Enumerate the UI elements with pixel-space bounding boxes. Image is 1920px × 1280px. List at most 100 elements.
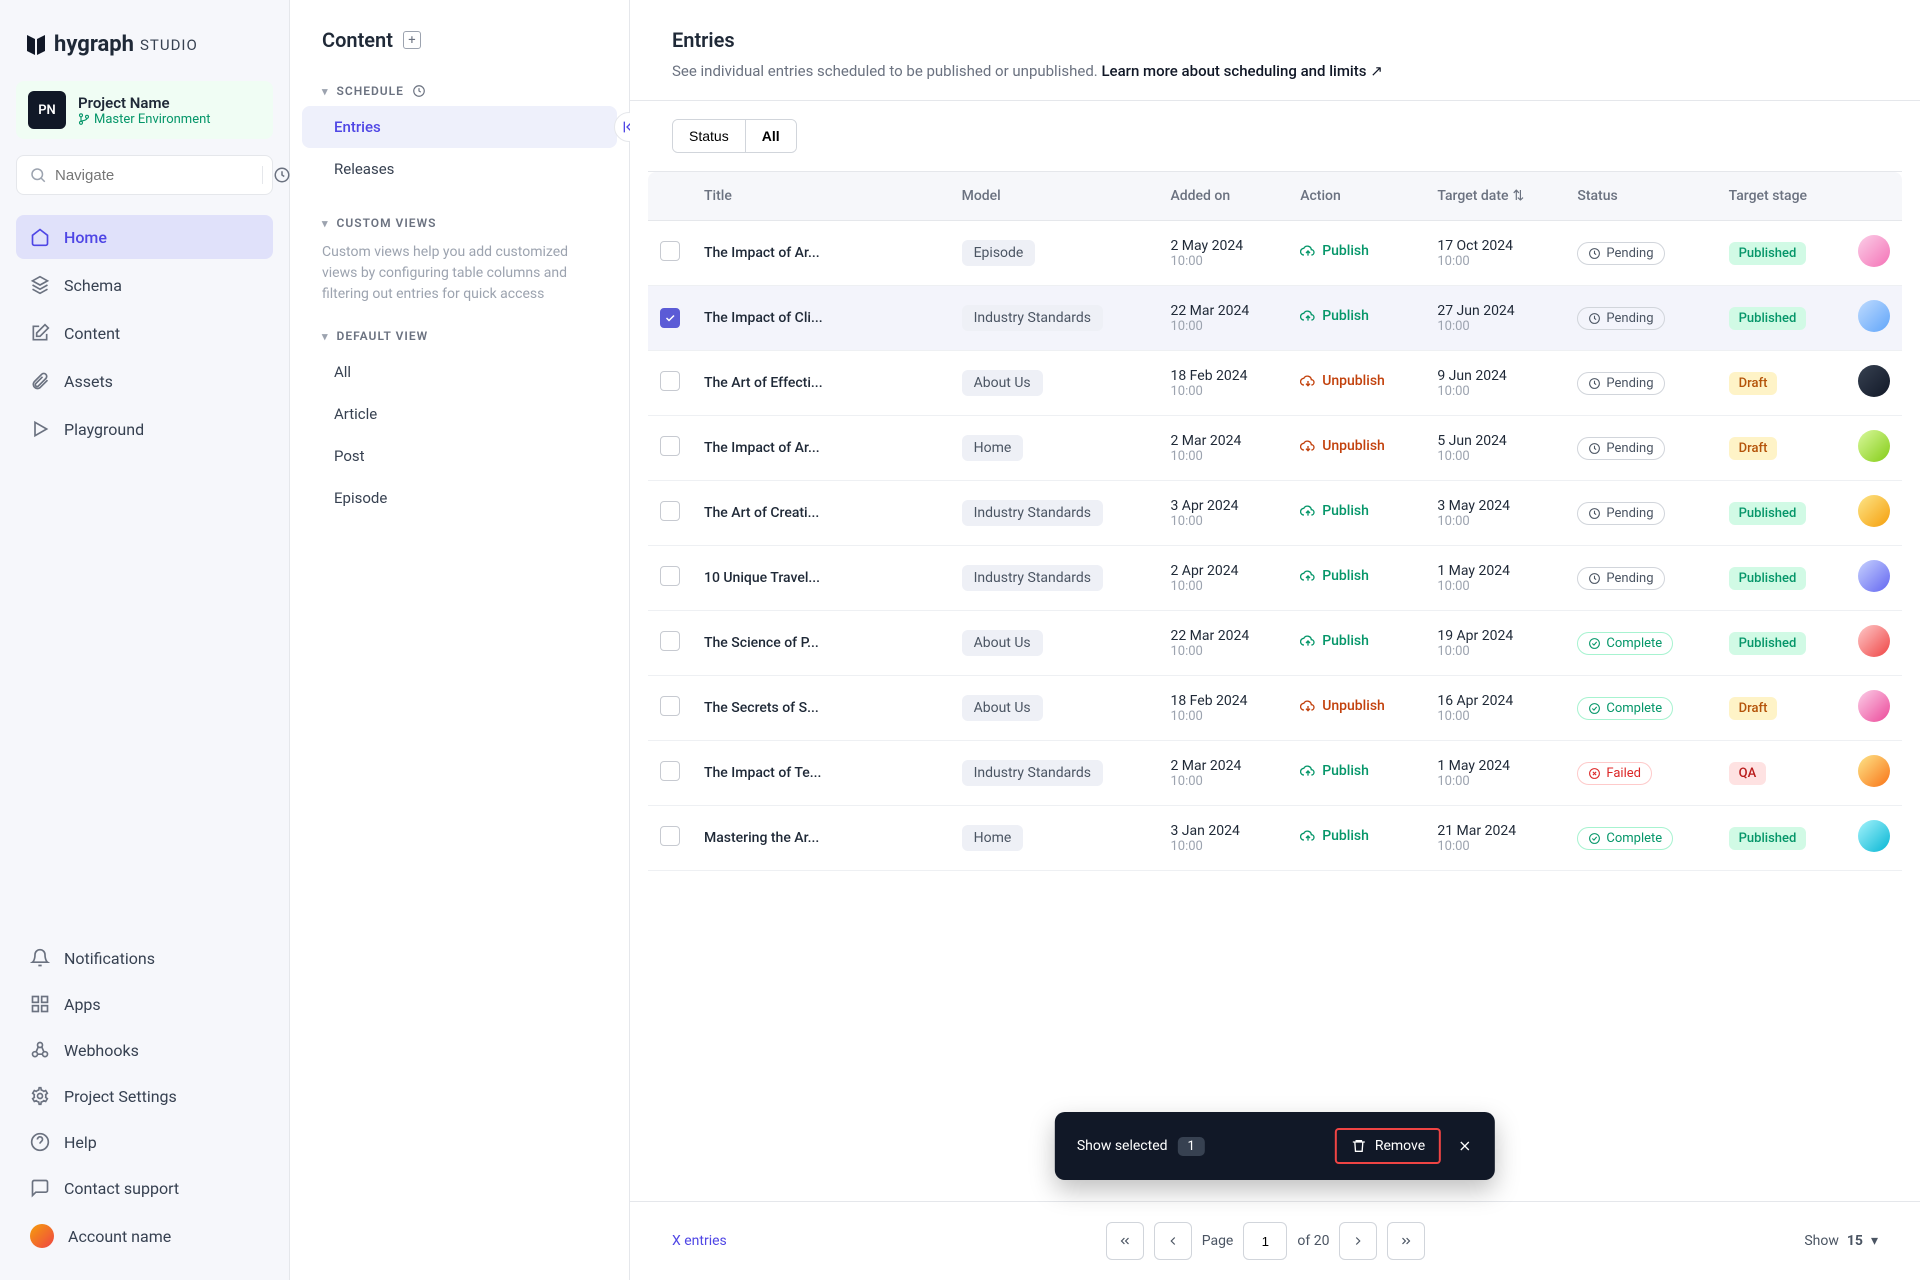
page-prev-button[interactable] — [1154, 1222, 1192, 1260]
filter-all-button[interactable]: All — [746, 120, 796, 152]
row-checkbox[interactable] — [660, 696, 680, 716]
action-link[interactable]: Publish — [1300, 308, 1369, 324]
cloud-icon — [1300, 828, 1316, 844]
table-row[interactable]: The Art of Creati...Industry Standards3 … — [648, 481, 1902, 546]
show-selected-label[interactable]: Show selected — [1077, 1138, 1168, 1154]
action-link[interactable]: Publish — [1300, 828, 1369, 844]
cloud-icon — [1300, 763, 1316, 779]
nav-content[interactable]: Content — [16, 311, 273, 355]
action-link[interactable]: Publish — [1300, 503, 1369, 519]
entry-title: The Secrets of S... — [704, 700, 884, 716]
nav-account[interactable]: Account name — [16, 1212, 273, 1260]
table-row[interactable]: The Science of P...About Us22 Mar 202410… — [648, 611, 1902, 676]
panel-item-view[interactable]: Episode — [302, 477, 617, 519]
added-date: 3 Apr 2024 — [1170, 498, 1276, 514]
action-link[interactable]: Publish — [1300, 243, 1369, 259]
filter-status-button[interactable]: Status — [673, 120, 745, 152]
author-avatar[interactable] — [1858, 820, 1890, 852]
nav-home[interactable]: Home — [16, 215, 273, 259]
author-avatar[interactable] — [1858, 430, 1890, 462]
author-avatar[interactable] — [1858, 755, 1890, 787]
col-added[interactable]: Added on — [1158, 172, 1288, 221]
learn-more-link[interactable]: Learn more about scheduling and limits ↗ — [1101, 62, 1382, 80]
action-link[interactable]: Unpublish — [1300, 373, 1385, 389]
nav-schema[interactable]: Schema — [16, 263, 273, 307]
action-link[interactable]: Unpublish — [1300, 698, 1385, 714]
row-checkbox[interactable] — [660, 761, 680, 781]
col-status[interactable]: Status — [1565, 172, 1716, 221]
panel-item-releases[interactable]: Releases — [302, 148, 617, 190]
col-title[interactable]: Title — [692, 172, 950, 221]
page-first-button[interactable] — [1106, 1222, 1144, 1260]
table-row[interactable]: The Secrets of S...About Us18 Feb 202410… — [648, 676, 1902, 741]
table-row[interactable]: The Impact of Te...Industry Standards2 M… — [648, 741, 1902, 806]
action-link[interactable]: Unpublish — [1300, 438, 1385, 454]
entries-count-link[interactable]: X entries — [672, 1233, 727, 1249]
panel-item-view[interactable]: Article — [302, 393, 617, 435]
remove-button[interactable]: Remove — [1335, 1128, 1441, 1164]
col-stage[interactable]: Target stage — [1717, 172, 1846, 221]
table-row[interactable]: The Impact of Ar...Home2 Mar 202410:00Un… — [648, 416, 1902, 481]
author-avatar[interactable] — [1858, 625, 1890, 657]
status-filter: Status All — [672, 119, 797, 153]
nav-assets[interactable]: Assets — [16, 359, 273, 403]
target-time: 10:00 — [1437, 514, 1553, 529]
navigate-search[interactable] — [16, 155, 273, 195]
row-checkbox[interactable] — [660, 826, 680, 846]
nav-contact-support[interactable]: Contact support — [16, 1166, 273, 1210]
add-content-icon[interactable]: + — [403, 31, 421, 49]
page-of: of 20 — [1297, 1233, 1329, 1249]
nav-playground[interactable]: Playground — [16, 407, 273, 451]
status-chip: Pending — [1577, 567, 1664, 590]
play-icon — [30, 419, 50, 439]
added-date: 2 Mar 2024 — [1170, 758, 1276, 774]
panel-item-view[interactable]: All — [302, 351, 617, 393]
page-last-button[interactable] — [1387, 1222, 1425, 1260]
row-checkbox[interactable] — [660, 308, 680, 328]
row-checkbox[interactable] — [660, 241, 680, 261]
webhook-icon — [30, 1040, 50, 1060]
history-icon[interactable] — [262, 166, 291, 184]
page-next-button[interactable] — [1339, 1222, 1377, 1260]
navigate-input[interactable] — [55, 167, 254, 184]
bell-icon — [30, 948, 50, 968]
row-checkbox[interactable] — [660, 501, 680, 521]
panel-item-entries[interactable]: Entries — [302, 106, 617, 148]
author-avatar[interactable] — [1858, 690, 1890, 722]
table-row[interactable]: The Impact of Cli...Industry Standards22… — [648, 286, 1902, 351]
author-avatar[interactable] — [1858, 560, 1890, 592]
table-row[interactable]: The Impact of Ar...Episode2 May 202410:0… — [648, 221, 1902, 286]
row-checkbox[interactable] — [660, 566, 680, 586]
nav-notifications[interactable]: Notifications — [16, 936, 273, 980]
nav-apps[interactable]: Apps — [16, 982, 273, 1026]
col-model[interactable]: Model — [950, 172, 1159, 221]
page-size-selector[interactable]: Show 15 ▾ — [1804, 1233, 1878, 1249]
table-row[interactable]: Mastering the Ar...Home3 Jan 202410:00Pu… — [648, 806, 1902, 871]
stage-badge: Published — [1729, 827, 1807, 850]
col-action[interactable]: Action — [1288, 172, 1425, 221]
row-checkbox[interactable] — [660, 436, 680, 456]
nav-project-settings[interactable]: Project Settings — [16, 1074, 273, 1118]
table-row[interactable]: 10 Unique Travel...Industry Standards2 A… — [648, 546, 1902, 611]
panel-item-view[interactable]: Post — [302, 435, 617, 477]
author-avatar[interactable] — [1858, 495, 1890, 527]
project-switcher[interactable]: PN Project Name Master Environment — [16, 81, 273, 139]
table-row[interactable]: The Art of Effecti...About Us18 Feb 2024… — [648, 351, 1902, 416]
page-label: Page — [1202, 1233, 1234, 1249]
row-checkbox[interactable] — [660, 631, 680, 651]
nav-help[interactable]: Help — [16, 1120, 273, 1164]
col-target[interactable]: Target date ⇅ — [1425, 172, 1565, 221]
author-avatar[interactable] — [1858, 365, 1890, 397]
model-tag: Industry Standards — [962, 305, 1103, 331]
model-tag: Industry Standards — [962, 500, 1103, 526]
page-input[interactable] — [1243, 1222, 1287, 1260]
row-checkbox[interactable] — [660, 371, 680, 391]
nav-webhooks[interactable]: Webhooks — [16, 1028, 273, 1072]
author-avatar[interactable] — [1858, 300, 1890, 332]
close-selection-icon[interactable] — [1457, 1138, 1473, 1154]
action-link[interactable]: Publish — [1300, 633, 1369, 649]
status-chip: Pending — [1577, 372, 1664, 395]
action-link[interactable]: Publish — [1300, 568, 1369, 584]
action-link[interactable]: Publish — [1300, 763, 1369, 779]
author-avatar[interactable] — [1858, 235, 1890, 267]
